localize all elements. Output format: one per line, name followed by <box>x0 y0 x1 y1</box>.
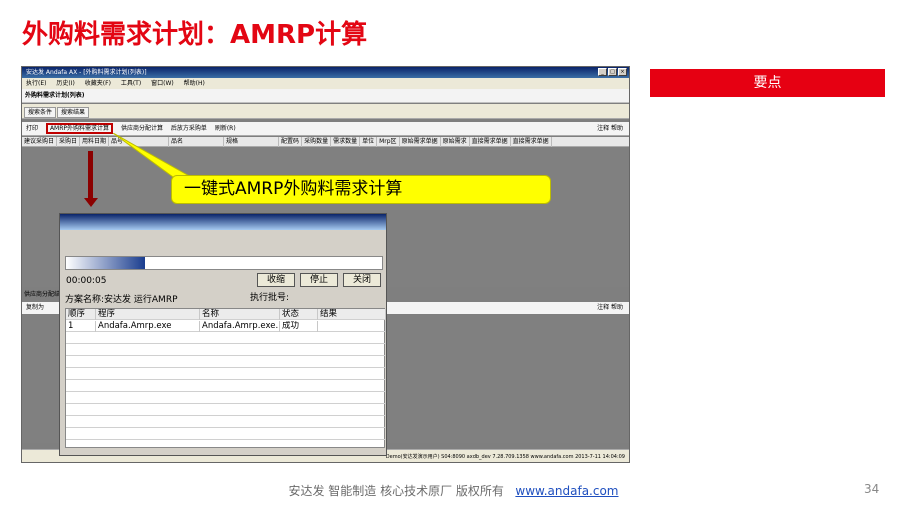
menu-bar: 执行(E) 历史(I) 收藏夹(F) 工具(T) 窗口(W) 帮助(H) <box>22 78 629 89</box>
footer-link[interactable]: www.andafa.com <box>515 484 618 498</box>
maximize-button[interactable]: □ <box>608 68 617 76</box>
column-header[interactable]: 规格 <box>224 137 280 147</box>
menu-history[interactable]: 历史(I) <box>56 80 74 87</box>
empty-row <box>66 381 386 392</box>
column-header[interactable]: Mrp区 <box>377 137 400 147</box>
lower-help-links[interactable]: 注释 帮助 <box>597 302 623 314</box>
tab-bar: 搜索条件 搜索结果 <box>22 104 629 119</box>
empty-row <box>66 417 386 428</box>
refresh-button[interactable]: 刷新(R) <box>215 125 236 132</box>
header-seq[interactable]: 顺序 <box>66 309 96 320</box>
cell-name: Andafa.Amrp.exe... <box>202 321 280 332</box>
column-header[interactable]: 采购日 <box>57 137 81 147</box>
header-status[interactable]: 状态 <box>280 309 318 320</box>
empty-row <box>66 333 386 344</box>
amrp-progress-dialog: 00:00:05 收缩 停止 关闭 方案名称:安达发 运行AMRP 执行批号: … <box>59 213 387 456</box>
window-titlebar: 安达发 Andafa AX - [外购料需求计划(列表)] <box>22 67 629 78</box>
menu-tools[interactable]: 工具(T) <box>121 80 141 87</box>
window-title: 安达发 Andafa AX - [外购料需求计划(列表)] <box>26 69 147 76</box>
column-header[interactable]: 建议采购日 <box>22 137 58 147</box>
minimize-button[interactable]: _ <box>598 68 607 76</box>
page-number: 34 <box>864 482 880 496</box>
empty-row <box>66 429 386 440</box>
close-dialog-button[interactable]: 关闭 <box>343 273 381 287</box>
footer: 安达发 智能制造 核心技术原厂 版权所有 www.andafa.com <box>0 482 907 499</box>
cell-result <box>318 321 386 332</box>
column-header[interactable]: 直接需求单据 <box>470 137 511 147</box>
down-arrow-icon <box>88 151 93 200</box>
amrp-calc-button[interactable]: AMRP外购料需求计算 <box>45 123 114 134</box>
release-po-button[interactable]: 后放方采购单 <box>171 125 207 132</box>
header-name[interactable]: 名称 <box>200 309 280 320</box>
header-program[interactable]: 程序 <box>96 309 200 320</box>
arrow-head-icon <box>84 198 98 207</box>
supplier-allocation-button[interactable]: 供应商分配计算 <box>121 125 163 132</box>
document-title: 外购料需求计划(列表) <box>22 89 629 103</box>
cell-program: Andafa.Amrp.exe <box>96 321 200 332</box>
column-header[interactable]: 采购数量 <box>302 137 332 147</box>
menu-window[interactable]: 窗口(W) <box>151 80 174 87</box>
cell-status: 成功 <box>280 321 318 332</box>
footer-text: 安达发 智能制造 核心技术原厂 版权所有 <box>288 484 504 498</box>
execution-table: 顺序 程序 名称 状态 结果 1 Andafa.Amrp.exe Andafa.… <box>65 308 386 448</box>
print-button[interactable]: 打印 <box>26 125 38 132</box>
elapsed-time: 00:00:05 <box>66 276 107 286</box>
header-result[interactable]: 结果 <box>318 309 386 320</box>
cell-seq: 1 <box>66 321 96 332</box>
menu-help[interactable]: 帮助(H) <box>184 80 205 87</box>
column-header[interactable]: 原始需求 <box>441 137 470 147</box>
menu-execute[interactable]: 执行(E) <box>26 80 46 87</box>
column-header[interactable]: 用料日期 <box>80 137 110 147</box>
empty-row <box>66 345 386 356</box>
collapse-button[interactable]: 收缩 <box>257 273 295 287</box>
column-header[interactable]: 配置码 <box>279 137 303 147</box>
stop-button[interactable]: 停止 <box>300 273 338 287</box>
batch-number: 执行批号: <box>250 293 290 303</box>
empty-row <box>66 357 386 368</box>
column-header[interactable]: 需求数量 <box>331 137 361 147</box>
menu-favorites[interactable]: 收藏夹(F) <box>85 80 111 87</box>
copy-button[interactable]: 复制为 <box>26 304 44 311</box>
slide-title: 外购料需求计划：AMRP计算 <box>22 20 368 50</box>
keypoint-banner: 要点 <box>650 69 885 97</box>
table-header-row: 顺序 程序 名称 状态 结果 <box>66 309 386 320</box>
progress-bar <box>65 256 383 270</box>
close-button[interactable]: × <box>618 68 627 76</box>
window-controls: _ □ × <box>597 68 627 76</box>
column-header[interactable]: 单位 <box>360 137 378 147</box>
progress-fill <box>66 257 145 269</box>
empty-row <box>66 369 386 380</box>
plan-name: 方案名称:安达发 运行AMRP <box>65 295 178 305</box>
tab-search-results[interactable]: 搜索结果 <box>57 107 90 118</box>
table-row[interactable]: 1 Andafa.Amrp.exe Andafa.Amrp.exe... 成功 <box>66 321 386 332</box>
column-header[interactable]: 原始需求单据 <box>400 137 441 147</box>
callout-box: 一键式AMRP外购料需求计算 <box>171 175 551 204</box>
empty-row <box>66 405 386 416</box>
dialog-titlebar <box>60 214 386 230</box>
empty-row <box>66 393 386 404</box>
column-header[interactable]: 直接需求单据 <box>511 137 552 147</box>
tab-search-criteria[interactable]: 搜索条件 <box>24 107 57 118</box>
help-links[interactable]: 注释 帮助 <box>597 122 623 136</box>
